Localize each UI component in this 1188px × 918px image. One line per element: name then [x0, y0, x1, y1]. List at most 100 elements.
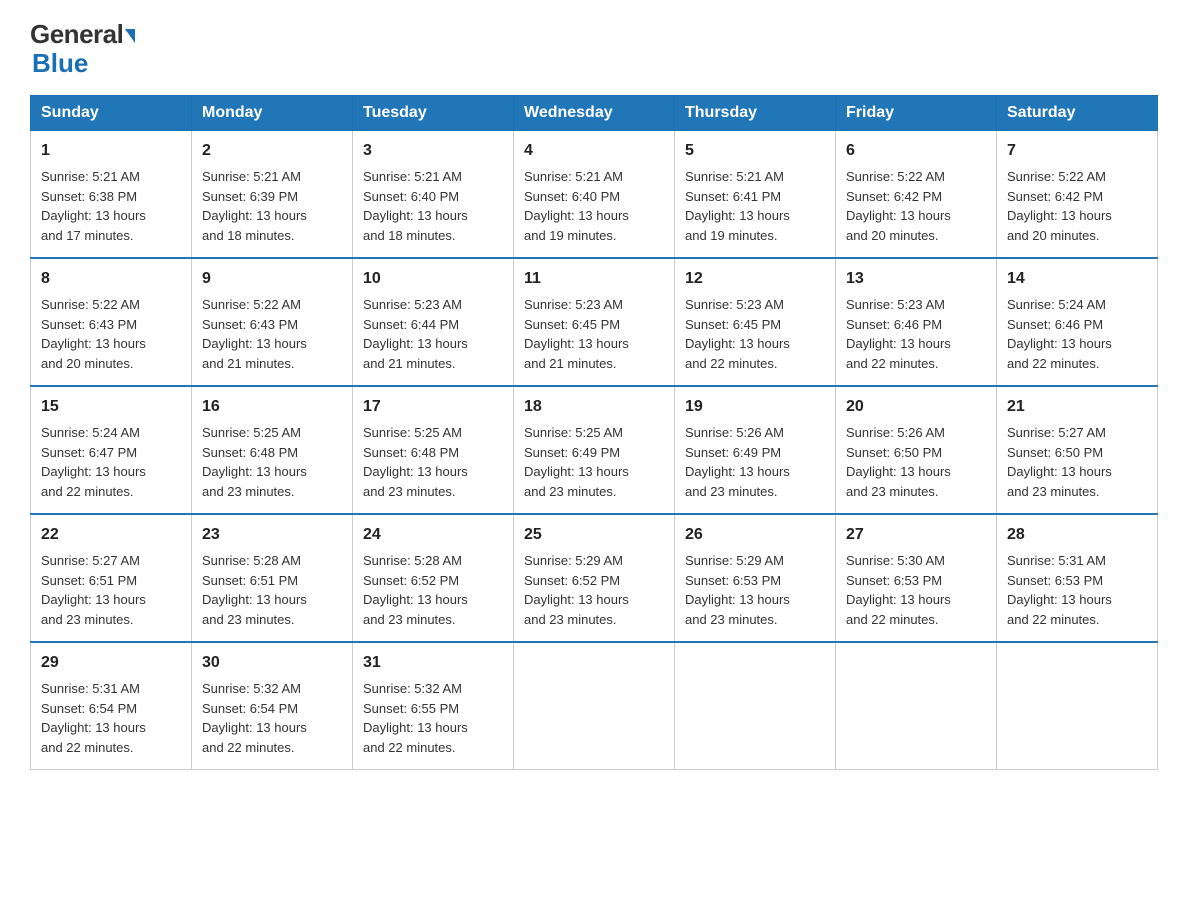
- calendar-day-cell: 31 Sunrise: 5:32 AMSunset: 6:55 PMDaylig…: [353, 642, 514, 770]
- calendar-day-cell: 11 Sunrise: 5:23 AMSunset: 6:45 PMDaylig…: [514, 258, 675, 386]
- day-info: Sunrise: 5:25 AMSunset: 6:49 PMDaylight:…: [524, 425, 629, 499]
- day-number: 29: [41, 651, 181, 675]
- calendar-day-cell: 26 Sunrise: 5:29 AMSunset: 6:53 PMDaylig…: [675, 514, 836, 642]
- day-of-week-header: Thursday: [675, 96, 836, 131]
- calendar-day-cell: 6 Sunrise: 5:22 AMSunset: 6:42 PMDayligh…: [836, 131, 997, 259]
- day-number: 18: [524, 395, 664, 419]
- day-number: 23: [202, 523, 342, 547]
- day-info: Sunrise: 5:23 AMSunset: 6:45 PMDaylight:…: [524, 297, 629, 371]
- calendar-week-row: 1 Sunrise: 5:21 AMSunset: 6:38 PMDayligh…: [31, 131, 1158, 259]
- day-number: 7: [1007, 139, 1147, 163]
- calendar-day-cell: 30 Sunrise: 5:32 AMSunset: 6:54 PMDaylig…: [192, 642, 353, 770]
- day-number: 17: [363, 395, 503, 419]
- day-number: 21: [1007, 395, 1147, 419]
- day-number: 31: [363, 651, 503, 675]
- logo-top: General: [30, 20, 135, 49]
- day-info: Sunrise: 5:28 AMSunset: 6:51 PMDaylight:…: [202, 553, 307, 627]
- calendar-day-cell: 3 Sunrise: 5:21 AMSunset: 6:40 PMDayligh…: [353, 131, 514, 259]
- calendar-week-row: 29 Sunrise: 5:31 AMSunset: 6:54 PMDaylig…: [31, 642, 1158, 770]
- day-info: Sunrise: 5:21 AMSunset: 6:40 PMDaylight:…: [363, 169, 468, 243]
- calendar-day-cell: 1 Sunrise: 5:21 AMSunset: 6:38 PMDayligh…: [31, 131, 192, 259]
- day-info: Sunrise: 5:24 AMSunset: 6:46 PMDaylight:…: [1007, 297, 1112, 371]
- logo-bottom: Blue: [32, 49, 88, 78]
- day-of-week-header: Monday: [192, 96, 353, 131]
- calendar-day-cell: 23 Sunrise: 5:28 AMSunset: 6:51 PMDaylig…: [192, 514, 353, 642]
- day-of-week-header: Wednesday: [514, 96, 675, 131]
- day-of-week-header: Tuesday: [353, 96, 514, 131]
- calendar-day-cell: 29 Sunrise: 5:31 AMSunset: 6:54 PMDaylig…: [31, 642, 192, 770]
- day-of-week-header: Saturday: [997, 96, 1158, 131]
- day-info: Sunrise: 5:32 AMSunset: 6:55 PMDaylight:…: [363, 681, 468, 755]
- calendar-day-cell: 8 Sunrise: 5:22 AMSunset: 6:43 PMDayligh…: [31, 258, 192, 386]
- day-number: 27: [846, 523, 986, 547]
- day-info: Sunrise: 5:21 AMSunset: 6:41 PMDaylight:…: [685, 169, 790, 243]
- calendar-day-cell: 16 Sunrise: 5:25 AMSunset: 6:48 PMDaylig…: [192, 386, 353, 514]
- day-number: 3: [363, 139, 503, 163]
- day-info: Sunrise: 5:32 AMSunset: 6:54 PMDaylight:…: [202, 681, 307, 755]
- day-info: Sunrise: 5:23 AMSunset: 6:46 PMDaylight:…: [846, 297, 951, 371]
- calendar-day-cell: 4 Sunrise: 5:21 AMSunset: 6:40 PMDayligh…: [514, 131, 675, 259]
- day-info: Sunrise: 5:22 AMSunset: 6:43 PMDaylight:…: [41, 297, 146, 371]
- day-of-week-header: Friday: [836, 96, 997, 131]
- day-info: Sunrise: 5:23 AMSunset: 6:44 PMDaylight:…: [363, 297, 468, 371]
- day-number: 8: [41, 267, 181, 291]
- calendar-day-cell: 10 Sunrise: 5:23 AMSunset: 6:44 PMDaylig…: [353, 258, 514, 386]
- calendar-week-row: 22 Sunrise: 5:27 AMSunset: 6:51 PMDaylig…: [31, 514, 1158, 642]
- calendar-header-row: SundayMondayTuesdayWednesdayThursdayFrid…: [31, 96, 1158, 131]
- logo: General Blue: [30, 20, 135, 77]
- calendar-day-cell: 22 Sunrise: 5:27 AMSunset: 6:51 PMDaylig…: [31, 514, 192, 642]
- calendar-day-cell: [514, 642, 675, 770]
- calendar-day-cell: 13 Sunrise: 5:23 AMSunset: 6:46 PMDaylig…: [836, 258, 997, 386]
- calendar-day-cell: [836, 642, 997, 770]
- day-info: Sunrise: 5:29 AMSunset: 6:53 PMDaylight:…: [685, 553, 790, 627]
- calendar-day-cell: 17 Sunrise: 5:25 AMSunset: 6:48 PMDaylig…: [353, 386, 514, 514]
- day-info: Sunrise: 5:26 AMSunset: 6:50 PMDaylight:…: [846, 425, 951, 499]
- day-info: Sunrise: 5:27 AMSunset: 6:50 PMDaylight:…: [1007, 425, 1112, 499]
- day-info: Sunrise: 5:31 AMSunset: 6:54 PMDaylight:…: [41, 681, 146, 755]
- day-number: 14: [1007, 267, 1147, 291]
- calendar-week-row: 8 Sunrise: 5:22 AMSunset: 6:43 PMDayligh…: [31, 258, 1158, 386]
- day-number: 11: [524, 267, 664, 291]
- day-number: 10: [363, 267, 503, 291]
- day-number: 6: [846, 139, 986, 163]
- day-info: Sunrise: 5:31 AMSunset: 6:53 PMDaylight:…: [1007, 553, 1112, 627]
- calendar-day-cell: 19 Sunrise: 5:26 AMSunset: 6:49 PMDaylig…: [675, 386, 836, 514]
- calendar-day-cell: 21 Sunrise: 5:27 AMSunset: 6:50 PMDaylig…: [997, 386, 1158, 514]
- calendar-day-cell: 5 Sunrise: 5:21 AMSunset: 6:41 PMDayligh…: [675, 131, 836, 259]
- calendar-day-cell: 2 Sunrise: 5:21 AMSunset: 6:39 PMDayligh…: [192, 131, 353, 259]
- calendar-day-cell: [997, 642, 1158, 770]
- day-info: Sunrise: 5:21 AMSunset: 6:38 PMDaylight:…: [41, 169, 146, 243]
- day-number: 15: [41, 395, 181, 419]
- day-number: 4: [524, 139, 664, 163]
- day-info: Sunrise: 5:21 AMSunset: 6:39 PMDaylight:…: [202, 169, 307, 243]
- calendar-day-cell: [675, 642, 836, 770]
- calendar-table: SundayMondayTuesdayWednesdayThursdayFrid…: [30, 95, 1158, 770]
- page-header: General Blue: [30, 20, 1158, 77]
- day-info: Sunrise: 5:23 AMSunset: 6:45 PMDaylight:…: [685, 297, 790, 371]
- calendar-day-cell: 20 Sunrise: 5:26 AMSunset: 6:50 PMDaylig…: [836, 386, 997, 514]
- day-number: 9: [202, 267, 342, 291]
- calendar-day-cell: 18 Sunrise: 5:25 AMSunset: 6:49 PMDaylig…: [514, 386, 675, 514]
- calendar-day-cell: 24 Sunrise: 5:28 AMSunset: 6:52 PMDaylig…: [353, 514, 514, 642]
- day-info: Sunrise: 5:28 AMSunset: 6:52 PMDaylight:…: [363, 553, 468, 627]
- day-info: Sunrise: 5:25 AMSunset: 6:48 PMDaylight:…: [363, 425, 468, 499]
- calendar-week-row: 15 Sunrise: 5:24 AMSunset: 6:47 PMDaylig…: [31, 386, 1158, 514]
- day-of-week-header: Sunday: [31, 96, 192, 131]
- day-info: Sunrise: 5:25 AMSunset: 6:48 PMDaylight:…: [202, 425, 307, 499]
- day-number: 19: [685, 395, 825, 419]
- day-number: 26: [685, 523, 825, 547]
- day-number: 20: [846, 395, 986, 419]
- day-number: 22: [41, 523, 181, 547]
- day-info: Sunrise: 5:21 AMSunset: 6:40 PMDaylight:…: [524, 169, 629, 243]
- calendar-day-cell: 15 Sunrise: 5:24 AMSunset: 6:47 PMDaylig…: [31, 386, 192, 514]
- day-info: Sunrise: 5:22 AMSunset: 6:42 PMDaylight:…: [1007, 169, 1112, 243]
- day-number: 16: [202, 395, 342, 419]
- day-info: Sunrise: 5:22 AMSunset: 6:43 PMDaylight:…: [202, 297, 307, 371]
- day-info: Sunrise: 5:24 AMSunset: 6:47 PMDaylight:…: [41, 425, 146, 499]
- day-info: Sunrise: 5:22 AMSunset: 6:42 PMDaylight:…: [846, 169, 951, 243]
- calendar-day-cell: 12 Sunrise: 5:23 AMSunset: 6:45 PMDaylig…: [675, 258, 836, 386]
- day-number: 28: [1007, 523, 1147, 547]
- calendar-day-cell: 14 Sunrise: 5:24 AMSunset: 6:46 PMDaylig…: [997, 258, 1158, 386]
- day-info: Sunrise: 5:30 AMSunset: 6:53 PMDaylight:…: [846, 553, 951, 627]
- day-info: Sunrise: 5:27 AMSunset: 6:51 PMDaylight:…: [41, 553, 146, 627]
